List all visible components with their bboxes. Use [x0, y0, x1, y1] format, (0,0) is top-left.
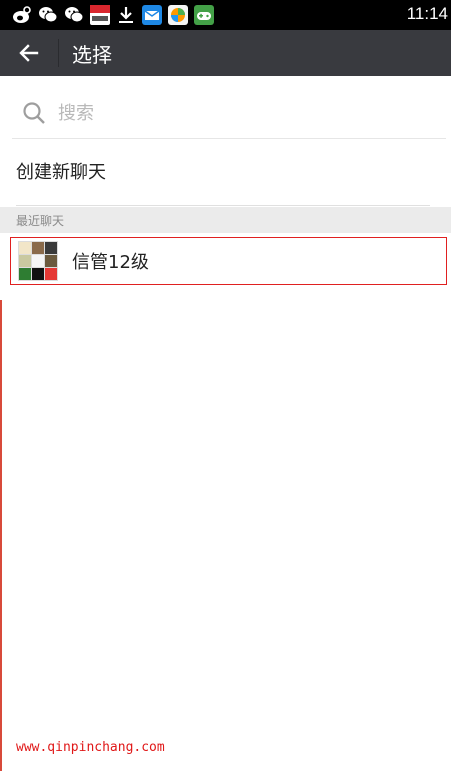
game-icon — [194, 5, 214, 25]
search-icon — [23, 102, 45, 124]
youku-app-icon — [90, 5, 110, 25]
section-header-recent-chats: 最近聊天 — [0, 207, 451, 233]
back-arrow-icon — [19, 44, 39, 62]
download-icon — [116, 5, 136, 25]
search-input[interactable] — [56, 101, 420, 125]
mail-icon — [142, 5, 162, 25]
edge-line — [0, 300, 2, 771]
title-divider — [58, 39, 59, 67]
notification-icons — [12, 5, 214, 25]
back-button[interactable] — [0, 30, 58, 76]
status-bar: 11:14 — [0, 0, 451, 30]
weibo-icon — [12, 5, 32, 25]
wechat-icon — [64, 5, 84, 25]
divider — [16, 205, 430, 206]
list-item[interactable]: 信管12级 — [10, 237, 447, 285]
title-bar: 选择 — [0, 30, 451, 76]
wechat-icon — [38, 5, 58, 25]
search-bar[interactable] — [12, 88, 446, 139]
page-title: 选择 — [72, 42, 112, 67]
chat-name: 信管12级 — [72, 252, 149, 273]
group-avatar — [18, 241, 58, 281]
watermark: www.qinpinchang.com — [16, 740, 165, 755]
section-label: 最近聊天 — [16, 213, 65, 228]
app-market-icon — [168, 5, 188, 25]
create-new-chat[interactable]: 创建新聊天 — [16, 158, 106, 184]
status-time: 11:14 — [406, 4, 448, 23]
